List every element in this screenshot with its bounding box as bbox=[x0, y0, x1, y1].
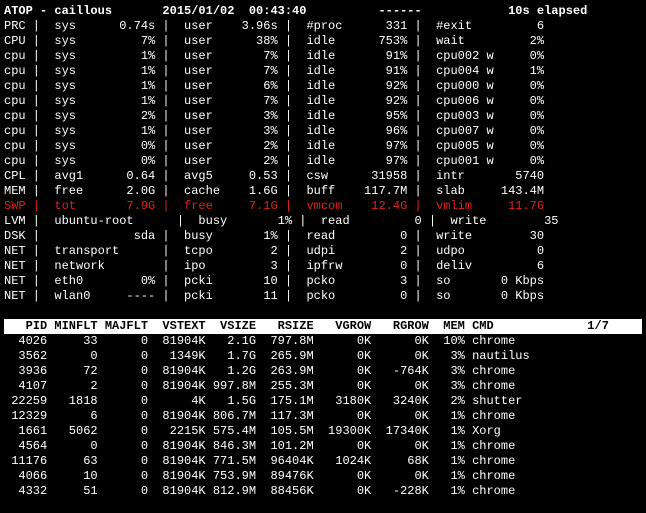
process-row: 1661 5062 0 2215K 575.4M 105.5M 19300K 1… bbox=[4, 424, 642, 439]
atop-terminal: ATOP - caillous 2015/01/02 00:43:40 ----… bbox=[4, 4, 642, 499]
sys-line-net-16: NET | network | ipo 3 | ipfrw 0 | deliv … bbox=[4, 259, 642, 274]
sys-line-dsk-14: DSK | sda | busy 1% | read 0 | write 30 bbox=[4, 229, 642, 244]
sys-line-cpu-7: cpu | sys 1% | user 3% | idle 96% | cpu0… bbox=[4, 124, 642, 139]
sys-line-mem-11: MEM | free 2.0G | cache 1.6G | buff 117.… bbox=[4, 184, 642, 199]
header-line: ATOP - caillous 2015/01/02 00:43:40 ----… bbox=[4, 4, 642, 19]
process-row: 4332 51 0 81904K 812.9M 88456K 0K -228K … bbox=[4, 484, 642, 499]
process-row: 11176 63 0 81904K 771.5M 96404K 1024K 68… bbox=[4, 454, 642, 469]
process-row: 22259 1818 0 4K 1.5G 175.1M 3180K 3240K … bbox=[4, 394, 642, 409]
sys-line-cpu-5: cpu | sys 1% | user 7% | idle 92% | cpu0… bbox=[4, 94, 642, 109]
sys-line-cpu-6: cpu | sys 2% | user 3% | idle 95% | cpu0… bbox=[4, 109, 642, 124]
process-row: 12329 6 0 81904K 806.7M 117.3M 0K 0K 1% … bbox=[4, 409, 642, 424]
process-row: 3936 72 0 81904K 1.2G 263.9M 0K -764K 3%… bbox=[4, 364, 642, 379]
process-row: 3562 0 0 1349K 1.7G 265.9M 0K 0K 3% naut… bbox=[4, 349, 642, 364]
sys-line-lvm-13: LVM | ubuntu-root | busy 1% | read 0 | w… bbox=[4, 214, 642, 229]
sys-line-prc-0: PRC | sys 0.74s | user 3.96s | #proc 331… bbox=[4, 19, 642, 34]
sys-line-cpu-9: cpu | sys 0% | user 2% | idle 97% | cpu0… bbox=[4, 154, 642, 169]
sys-line-cpu-1: CPU | sys 7% | user 38% | idle 753% | wa… bbox=[4, 34, 642, 49]
sys-line-net-15: NET | transport | tcpo 2 | udpi 2 | udpo… bbox=[4, 244, 642, 259]
sys-line-cpu-3: cpu | sys 1% | user 7% | idle 91% | cpu0… bbox=[4, 64, 642, 79]
sys-line-cpl-10: CPL | avg1 0.64 | avg5 0.53 | csw 31958 … bbox=[4, 169, 642, 184]
sys-line-net-18: NET | wlan0 ---- | pcki 11 | pcko 0 | so… bbox=[4, 289, 642, 304]
sys-line-cpu-4: cpu | sys 1% | user 6% | idle 92% | cpu0… bbox=[4, 79, 642, 94]
process-row: 4564 0 0 81904K 846.3M 101.2M 0K 0K 1% c… bbox=[4, 439, 642, 454]
sys-line-cpu-2: cpu | sys 1% | user 7% | idle 91% | cpu0… bbox=[4, 49, 642, 64]
sys-line-swp-12: SWP | tot 7.9G | free 7.1G | vmcom 12.4G… bbox=[4, 199, 642, 214]
process-header: PID MINFLT MAJFLT VSTEXT VSIZE RSIZE VGR… bbox=[4, 319, 642, 334]
sys-line-cpu-8: cpu | sys 0% | user 2% | idle 97% | cpu0… bbox=[4, 139, 642, 154]
process-row: 4026 33 0 81904K 2.1G 797.8M 0K 0K 10% c… bbox=[4, 334, 642, 349]
process-row: 4066 10 0 81904K 753.9M 89476K 0K 0K 1% … bbox=[4, 469, 642, 484]
sys-line-net-17: NET | eth0 0% | pcki 10 | pcko 3 | so 0 … bbox=[4, 274, 642, 289]
process-row: 4107 2 0 81904K 997.8M 255.3M 0K 0K 3% c… bbox=[4, 379, 642, 394]
